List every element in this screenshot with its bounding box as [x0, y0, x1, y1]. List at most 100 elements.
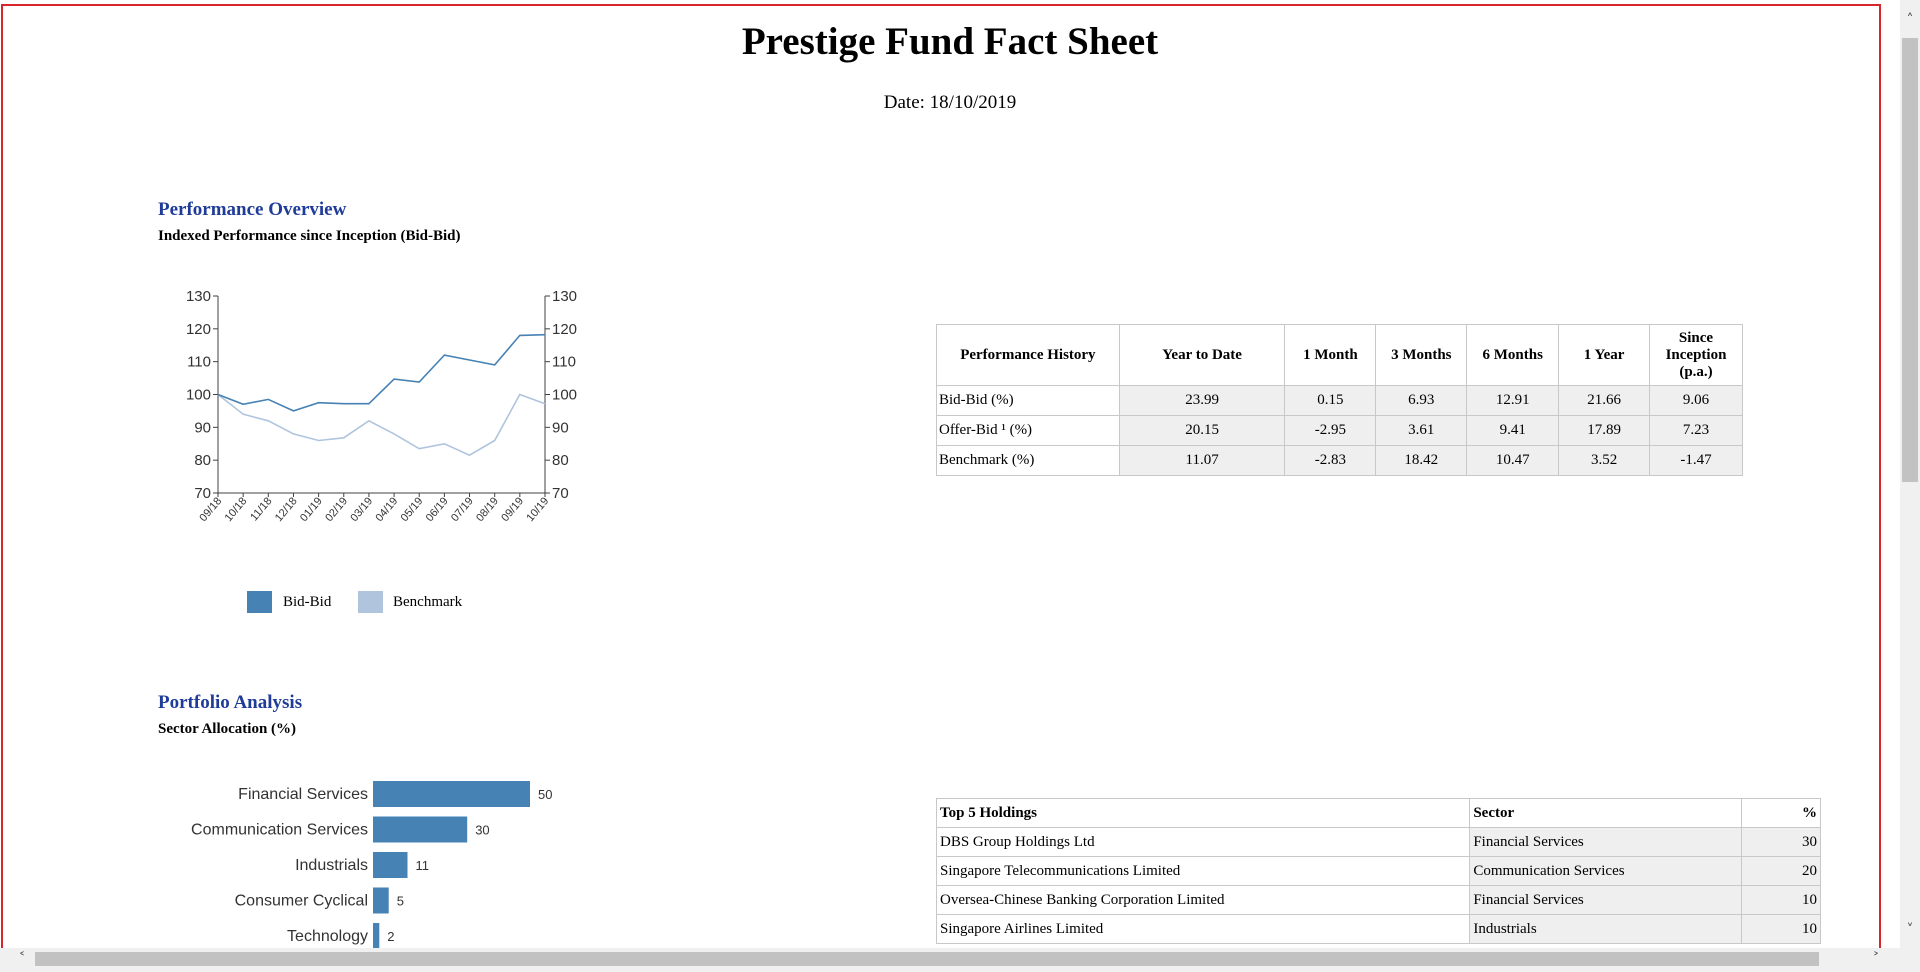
holding-sector: Industrials: [1469, 914, 1743, 944]
bar: [373, 852, 408, 878]
y-tick-label-left: 70: [194, 485, 211, 502]
column-header: Year to Date: [1118, 324, 1286, 386]
legend-label-benchmark: Benchmark: [393, 594, 463, 610]
holding-name: Singapore Airlines Limited: [935, 914, 1471, 944]
y-tick-label-left: 120: [186, 321, 211, 338]
y-tick-label-right: 110: [552, 354, 576, 371]
x-tick-label: 06/19: [424, 495, 451, 524]
table-header-row: Performance History Year to Date 1 Month…: [936, 324, 1743, 386]
portfolio-analysis-heading: Portfolio Analysis: [158, 692, 303, 713]
performance-line-chart: 70 70 80 80 90 90 100 100 110 110 120 120 130 130 09/1…: [186, 288, 577, 524]
bar-category-label: Industrials: [295, 857, 368, 874]
sector-allocation-bar-chart: Financial Services 50 Communication Servic…: [191, 781, 552, 949]
table-row: Singapore Telecommunications Limited Com…: [935, 856, 1821, 886]
chevron-right-icon[interactable]: ˃: [1866, 948, 1886, 972]
table-cell: 3.52: [1558, 445, 1651, 476]
series-line-bid-bid: [217, 333, 546, 412]
x-tick-label: 10/19: [524, 495, 551, 524]
table-cell: -1.47: [1649, 445, 1743, 476]
table-cell: 7.23: [1649, 415, 1743, 446]
sector-allocation-subtitle: Sector Allocation (%): [158, 721, 297, 737]
column-header: Performance History: [936, 324, 1120, 386]
column-header: 6 Months: [1466, 324, 1560, 386]
chevron-left-icon[interactable]: ˂: [12, 948, 32, 972]
holding-percent: 20: [1741, 856, 1821, 886]
table-row: Singapore Airlines Limited Industrials 1…: [935, 914, 1821, 944]
row-label: Offer-Bid ¹ (%): [936, 415, 1120, 446]
y-tick-label-left: 110: [187, 354, 211, 371]
holding-name: DBS Group Holdings Ltd: [935, 827, 1471, 857]
legend-swatch-benchmark: [358, 591, 383, 613]
top-holdings-table: Top 5 Holdings Sector % DBS Group Holdin…: [935, 798, 1821, 944]
column-header: 1 Month: [1284, 324, 1377, 386]
table-cell: 20.15: [1118, 415, 1286, 446]
page-title: Prestige Fund Fact Sheet: [741, 20, 1159, 63]
column-header: 3 Months: [1375, 324, 1468, 386]
holding-name: Singapore Telecommunications Limited: [935, 856, 1471, 886]
horizontal-scroll-thumb[interactable]: [35, 952, 1819, 966]
table-cell: 9.06: [1649, 385, 1743, 416]
column-header: 1 Year: [1558, 324, 1651, 386]
vertical-scroll-thumb[interactable]: [1902, 38, 1918, 482]
x-tick-label: 05/19: [399, 495, 426, 524]
holding-percent: 10: [1741, 885, 1821, 915]
legend-swatch-bid-bid: [247, 591, 272, 613]
legend-label-bid-bid: Bid-Bid: [283, 594, 332, 610]
report-date: Date: 18/10/2019: [883, 92, 1017, 113]
x-tick-label: 01/19: [298, 495, 325, 524]
table-cell: 3.61: [1375, 415, 1468, 446]
y-tick-label-left: 130: [186, 288, 211, 305]
vertical-scrollbar[interactable]: ˄ ˅: [1900, 0, 1920, 972]
bar-category-label: Technology: [287, 928, 368, 945]
column-header: Sector: [1469, 798, 1743, 828]
bar: [373, 923, 380, 949]
table-cell: -2.83: [1284, 445, 1377, 476]
chevron-down-icon[interactable]: ˅: [1900, 920, 1920, 940]
horizontal-scrollbar[interactable]: ˂ ˃: [0, 948, 1900, 972]
x-tick-label: 07/19: [449, 495, 476, 524]
table-cell: 12.91: [1466, 385, 1560, 416]
series-line-benchmark: [217, 393, 546, 457]
bar-value-label: 11: [416, 858, 430, 873]
performance-history-table: Performance History Year to Date 1 Month…: [936, 324, 1743, 476]
row-label: Bid-Bid (%): [936, 385, 1120, 416]
table-cell: 23.99: [1118, 385, 1286, 416]
y-tick-label-left: 100: [186, 387, 211, 404]
bar-category-label: Communication Services: [191, 822, 368, 839]
table-row: Offer-Bid ¹ (%) 20.15 -2.95 3.61 9.41 17…: [936, 415, 1743, 446]
y-tick-label-left: 90: [194, 419, 211, 436]
y-tick-label-right: 70: [552, 485, 569, 502]
holding-sector: Financial Services: [1469, 885, 1743, 915]
holding-sector: Financial Services: [1469, 827, 1743, 857]
bar: [373, 816, 468, 843]
y-tick-label-right: 120: [552, 321, 577, 338]
column-header: Since Inception (p.a.): [1649, 324, 1743, 386]
holding-percent: 30: [1741, 827, 1821, 857]
table-cell: 21.66: [1558, 385, 1651, 416]
x-tick-label: 11/18: [248, 495, 274, 523]
bar-value-label: 30: [475, 823, 489, 838]
holding-sector: Communication Services: [1469, 856, 1743, 886]
holding-name: Oversea-Chinese Banking Corporation Limi…: [935, 885, 1471, 915]
y-tick-label-right: 80: [552, 452, 569, 469]
table-cell: 0.15: [1284, 385, 1377, 416]
table-cell: 18.42: [1375, 445, 1468, 476]
performance-overview-heading: Performance Overview: [158, 199, 347, 220]
table-cell: -2.95: [1284, 415, 1377, 446]
table-row: Benchmark (%) 11.07 -2.83 18.42 10.47 3.…: [936, 445, 1743, 476]
x-tick-label: 10/18: [223, 495, 250, 524]
holding-percent: 10: [1741, 914, 1821, 944]
column-header: %: [1741, 798, 1821, 828]
y-tick-label-right: 90: [552, 419, 569, 436]
y-tick-label-left: 80: [194, 452, 211, 469]
table-row: DBS Group Holdings Ltd Financial Service…: [935, 827, 1821, 857]
chevron-up-icon[interactable]: ˄: [1900, 10, 1920, 30]
row-label: Benchmark (%): [936, 445, 1120, 476]
table-cell: 11.07: [1118, 445, 1286, 476]
table-header-row: Top 5 Holdings Sector %: [935, 798, 1821, 828]
table-cell: 17.89: [1558, 415, 1651, 446]
bar-value-label: 5: [397, 894, 404, 909]
bar-category-label: Financial Services: [238, 786, 368, 803]
table-cell: 10.47: [1466, 445, 1560, 476]
bar: [373, 781, 530, 807]
